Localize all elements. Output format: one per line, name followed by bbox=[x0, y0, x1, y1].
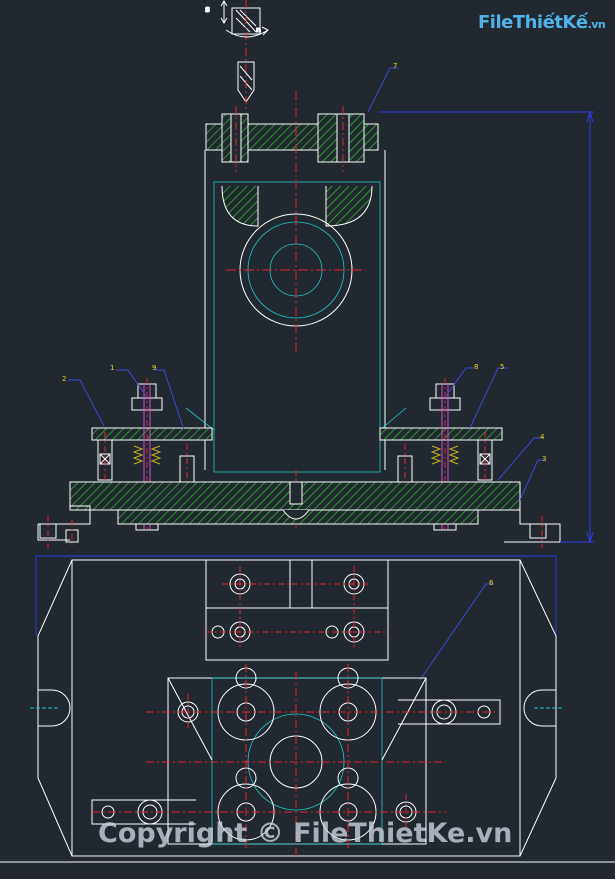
watermark-logo-suffix: .vn bbox=[587, 18, 606, 31]
drill-bit bbox=[220, 0, 269, 112]
balloon-6: 6 bbox=[489, 579, 494, 587]
balloon-3: 3 bbox=[542, 455, 546, 463]
height-dimension bbox=[378, 110, 594, 544]
workpiece-body bbox=[185, 90, 407, 528]
drill-plate bbox=[205, 106, 379, 172]
balloon-4: 4 bbox=[540, 433, 545, 441]
balloon-2: 2 bbox=[62, 375, 66, 383]
balloon-5: 5 bbox=[500, 363, 504, 371]
balloon-1: 1 bbox=[110, 364, 114, 372]
feed-label: S bbox=[205, 6, 210, 14]
copyright-watermark: Copyright © FileThietKe.vn bbox=[98, 818, 513, 849]
rotation-label: n bbox=[256, 26, 261, 34]
balloon-9: 9 bbox=[152, 364, 156, 372]
balloon-7: 7 bbox=[393, 62, 397, 70]
base-plate bbox=[37, 481, 561, 548]
cad-drawing: S n 1 2 3 4 5 6 7 8 9 bbox=[0, 0, 615, 863]
plan-view bbox=[30, 555, 564, 860]
balloon-leaders bbox=[68, 67, 546, 681]
front-section-view: S n bbox=[37, 0, 594, 681]
drawing-stage: S n 1 2 3 4 5 6 7 8 9 FileThiếtKế.vn Cop… bbox=[0, 0, 615, 879]
watermark-logo: FileThiếtKế.vn bbox=[478, 12, 606, 33]
balloon-8: 8 bbox=[474, 363, 478, 371]
watermark-logo-text: FileThiếtKế bbox=[478, 12, 588, 33]
